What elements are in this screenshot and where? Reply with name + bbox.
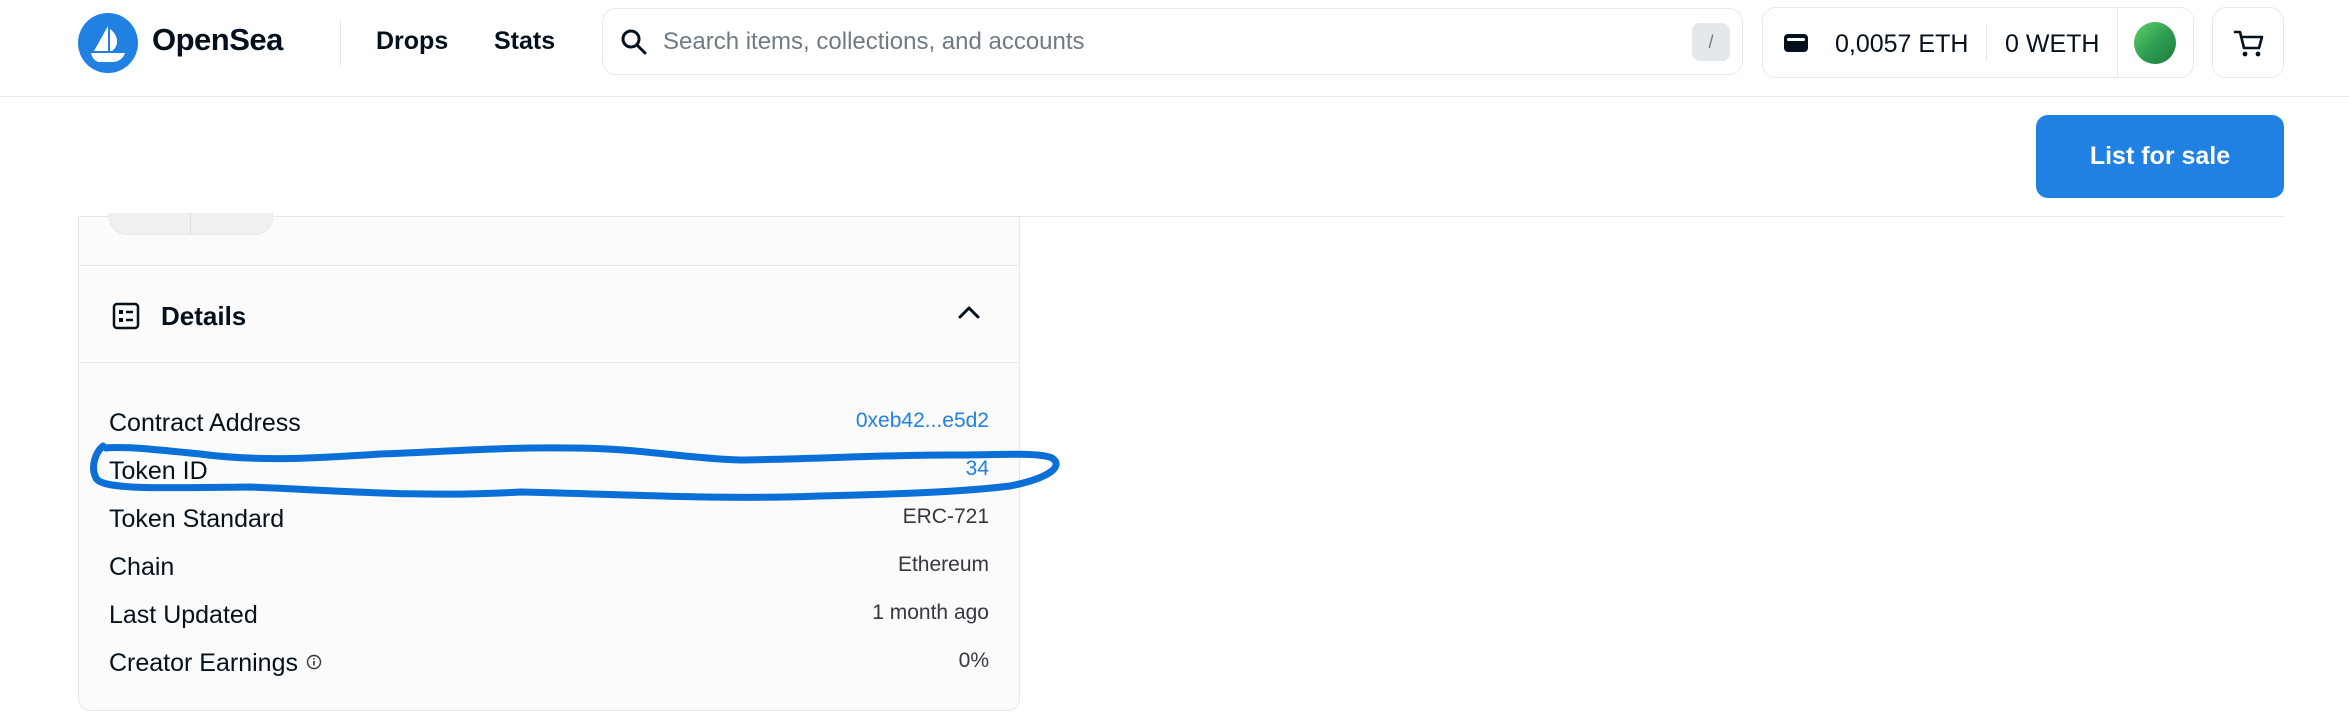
profile-avatar[interactable] [2134,22,2176,64]
top-navigation-bar: OpenSea Drops Stats / 0,0057 ETH 0 WETH [0,0,2349,97]
cart-button[interactable] [2212,7,2284,78]
nav-drops-link[interactable]: Drops [376,27,448,56]
detail-row-creator-earnings: Creator Earnings 0% [79,643,1019,691]
wallet-icon [1783,32,1809,59]
detail-label: Token ID [109,457,208,485]
token-id-link[interactable]: 34 [966,457,989,481]
detail-label: Chain [109,553,175,581]
search-shortcut-key: / [1692,23,1730,61]
eth-balance: 0,0057 ETH [1835,30,1969,58]
detail-value: 1 month ago [872,601,989,624]
search-icon [619,27,649,62]
detail-row-token-id: Token ID 34 [79,451,1019,499]
detail-label: Last Updated [109,601,258,629]
detail-row-token-standard: Token Standard ERC-721 [79,499,1019,547]
balance-divider [1986,24,1987,62]
weth-balance: 0 WETH [2005,30,2100,58]
detail-label: Creator Earnings [109,649,298,677]
detail-row-last-updated: Last Updated 1 month ago [79,595,1019,643]
avatar-divider [2117,8,2118,77]
nav-divider [340,20,341,66]
wallet-balance-widget[interactable]: 0,0057 ETH 0 WETH [1762,7,2194,78]
details-accordion-header[interactable]: Details [79,265,1019,363]
info-icon[interactable] [306,648,322,677]
search-bar[interactable]: / [602,8,1743,75]
detail-label: Token Standard [109,505,285,533]
details-panel: Details Contract Address 0xeb42...e5d2 T… [78,213,1020,711]
brand-name[interactable]: OpenSea [152,22,283,58]
search-input[interactable] [663,9,1663,74]
detail-row-chain: Chain Ethereum [79,547,1019,595]
list-for-sale-button[interactable]: List for sale [2036,115,2284,198]
contract-address-link[interactable]: 0xeb42...e5d2 [856,409,989,433]
chevron-up-icon[interactable] [957,304,981,325]
details-title: Details [161,301,247,331]
detail-value: ERC-721 [902,505,989,528]
detail-row-contract-address: Contract Address 0xeb42...e5d2 [79,403,1019,451]
nav-stats-link[interactable]: Stats [494,27,555,56]
details-rows: Contract Address 0xeb42...e5d2 Token ID … [79,403,1019,691]
detail-label: Contract Address [109,409,301,437]
collapsed-tab-stub [109,213,273,235]
detail-value: Ethereum [897,553,989,576]
cart-icon [2233,30,2264,57]
detail-value: 0% [958,649,989,672]
opensea-logo-icon[interactable] [78,13,138,73]
details-icon [112,302,140,335]
detail-label-with-info: Creator Earnings [109,649,322,678]
